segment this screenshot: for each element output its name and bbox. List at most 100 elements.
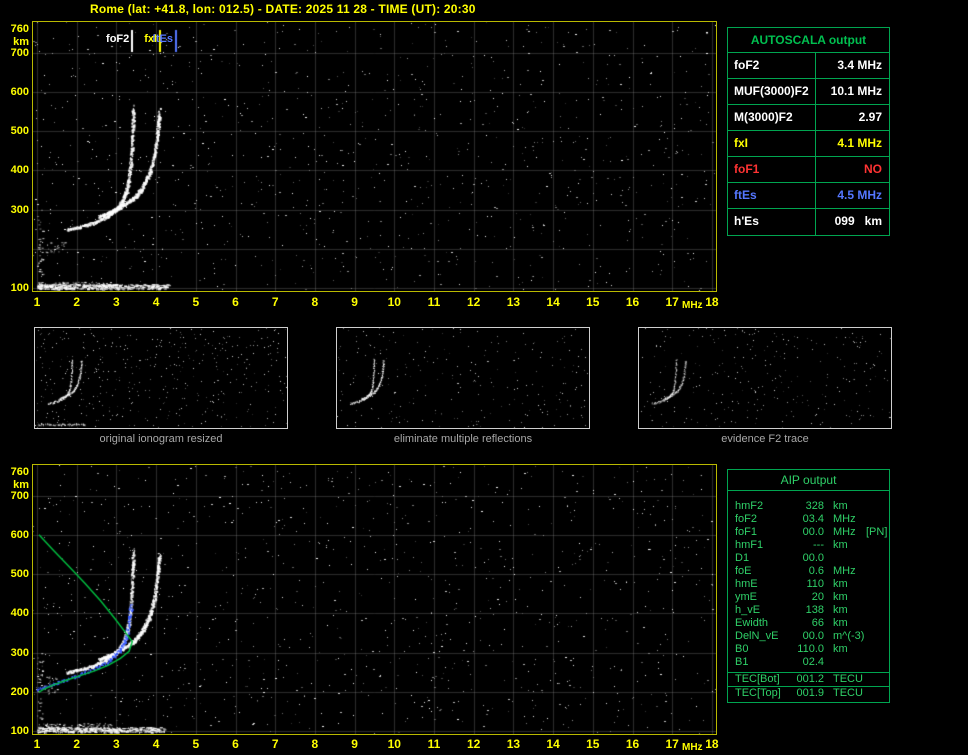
parameter-label: fxI (728, 131, 816, 156)
x-tick-label: 2 (73, 295, 81, 309)
aip-tec-rows: TEC[Bot] 001.2 TECU TEC[Top] 001.9 TECU (728, 672, 889, 700)
parameter-label: D1 (735, 552, 750, 564)
parameter-label: Ewidth (735, 617, 769, 629)
parameter-label: DelN_vE (735, 630, 779, 642)
parameter-label: foE (735, 565, 752, 577)
thumbnail-original-canvas (35, 328, 287, 428)
aip-row: hmF2 328 km (728, 500, 889, 513)
x-tick-label: 7 (271, 295, 279, 309)
parameter-label: h_vE (735, 604, 761, 616)
x-tick-label: 12 (467, 295, 481, 309)
thumbnail-caption-original: original ionogram resized (99, 433, 223, 445)
parameter-value: 00.0 (802, 526, 824, 538)
x-tick-label: 5 (192, 295, 200, 309)
parameter-value: 3.4 MHz (837, 58, 882, 72)
x-tick-label: 6 (232, 737, 239, 751)
y-tick-label: 300 (10, 646, 29, 659)
aip-row: foF1 00.0 MHz [PN] (728, 526, 889, 539)
autoscala-table-title: AUTOSCALA output (728, 28, 889, 53)
x-tick-label: 10 (387, 737, 401, 751)
profile-ionogram-plot (32, 464, 717, 735)
x-tick-label: 10 (387, 295, 401, 309)
parameter-label: hmE (735, 578, 758, 590)
x-tick-label: 16 (625, 295, 640, 309)
aip-table: AIP output hmF2 328 km foF2 03.4 MHz foF1 00.0 M… (727, 469, 890, 703)
aip-row: B1 02.4 (728, 656, 889, 669)
tec-row: TEC[Top] 001.9 TECU (728, 686, 889, 700)
parameter-unit (824, 552, 864, 565)
x-tick-label: 16 (625, 737, 640, 751)
x-tick-label: 18 (705, 295, 719, 309)
parameter-label: foF1 (735, 526, 758, 538)
parameter-value: --- (813, 539, 824, 551)
y-tick-label: 600 (10, 528, 29, 541)
autoscala-row: M(3000)F2 2.97 (728, 105, 889, 131)
aip-rows: hmF2 328 km foF2 03.4 MHz foF1 00.0 MHz [PN] hmF1 -… (728, 491, 889, 669)
parameter-label: hmF1 (735, 539, 764, 551)
marker-label-foF2: foF2 (106, 33, 130, 45)
parameter-unit: km (833, 578, 848, 590)
x-tick-label: 13 (506, 295, 521, 309)
parameter-unit: km (833, 591, 848, 603)
parameter-label: M(3000)F2 (728, 105, 816, 130)
parameter-label: ftEs (728, 183, 816, 208)
y-tick-label: 400 (10, 164, 29, 177)
x-tick-label: 1 (33, 737, 41, 751)
x-tick-label: 17 (665, 737, 679, 751)
x-tick-label: 12 (467, 737, 481, 751)
parameter-label: foF2 (728, 53, 816, 78)
parameter-value: 2.97 (858, 110, 882, 124)
aip-row: foF2 03.4 MHz (728, 513, 889, 526)
parameter-unit: km (833, 500, 848, 512)
parameter-label: foF2 (735, 513, 758, 525)
x-tick-label: 18 (705, 737, 719, 751)
x-tick-label: 11 (427, 295, 441, 309)
parameter-value: NO (864, 162, 882, 176)
parameter-note: [PN] (866, 526, 888, 538)
parameter-value: 00.0 (802, 630, 824, 642)
y-tick-label: 600 (10, 85, 29, 98)
x-tick-label: 4 (152, 295, 160, 309)
y-tick-label: 700 (10, 489, 29, 502)
parameter-value: 138 (805, 604, 824, 616)
y-tick-label: 100 (10, 282, 29, 294)
parameter-unit: km (833, 643, 848, 655)
parameter-label: TEC[Bot] (735, 673, 780, 685)
aip-row: DelN_vE 00.0 m^(-3) (728, 630, 889, 643)
parameter-unit: MHz (833, 513, 856, 525)
autoscala-row: foF1 NO (728, 157, 889, 183)
parameter-label: B0 (735, 643, 749, 655)
parameter-value: 099 km (834, 214, 882, 228)
x-tick-label: 11 (427, 737, 441, 751)
profile-ionogram-canvas (33, 465, 716, 734)
autoscala-table: AUTOSCALA output foF2 3.4 MHz MUF(3000)F2 1… (727, 27, 890, 236)
parameter-value: 66 (811, 617, 824, 629)
aip-row: hmF1 --- km (728, 539, 889, 552)
parameter-unit: TECU (833, 673, 863, 685)
autoscala-row: MUF(3000)F2 10.1 MHz (728, 79, 889, 105)
aip-row: foE 0.6 MHz (728, 565, 889, 578)
x-tick-label: 9 (351, 737, 358, 751)
parameter-unit: km (833, 539, 848, 551)
parameter-unit: m^(-3) (833, 630, 865, 642)
parameter-unit: km (833, 617, 848, 629)
x-tick-label: 15 (586, 737, 600, 751)
thumbnail-caption-evidence: evidence F2 trace (721, 433, 809, 445)
parameter-value: 001.2 (796, 673, 824, 685)
aip-row: D1 00.0 (728, 552, 889, 565)
parameter-value: 02.4 (802, 656, 824, 668)
autoscala-row: ftEs 4.5 MHz (728, 183, 889, 209)
x-tick-label: 13 (506, 737, 521, 751)
parameter-value: 03.4 (802, 513, 824, 525)
tec-row: TEC[Bot] 001.2 TECU (728, 672, 889, 686)
main-ionogram-canvas (33, 22, 716, 291)
parameter-value: 20 (811, 591, 824, 603)
x-tick-label: 8 (311, 295, 319, 309)
x-tick-label: 6 (232, 295, 239, 309)
parameter-unit: TECU (833, 687, 863, 699)
x-tick-label: 5 (192, 737, 200, 751)
y-tick-label: 200 (10, 685, 29, 698)
parameter-label: MUF(3000)F2 (728, 79, 816, 104)
parameter-label: foF1 (728, 157, 816, 182)
parameter-value: 4.5 MHz (837, 188, 882, 202)
